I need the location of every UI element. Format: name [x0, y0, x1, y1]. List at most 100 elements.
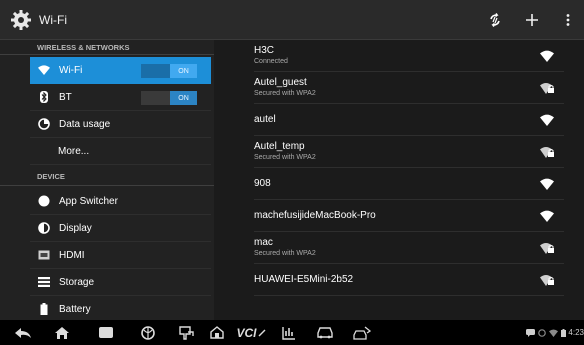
car-button[interactable]	[306, 320, 344, 345]
sidebar-item-label: App Switcher	[59, 195, 118, 207]
vehicle-connect-icon	[179, 325, 194, 340]
sidebar-item-label: Wi-Fi	[59, 64, 83, 76]
sidebar-item-wifi[interactable]: Wi-Fi ON	[30, 57, 211, 84]
sidebar-item-app-switcher[interactable]: App Switcher	[30, 188, 211, 215]
overflow-icon	[566, 13, 570, 26]
network-item-908[interactable]: 908	[254, 168, 564, 200]
back-button[interactable]	[6, 320, 40, 345]
house-button[interactable]	[204, 320, 230, 345]
display-icon	[35, 219, 53, 237]
vci-label: VCI	[236, 325, 257, 340]
settings-sidebar: WIRELESS & NETWORKS Wi-Fi ON BT ON Data …	[0, 40, 214, 320]
chat-notification-icon	[526, 328, 536, 337]
network-name: mac	[254, 236, 273, 248]
section-header-device: DEVICE	[0, 168, 214, 186]
plus-icon	[526, 13, 538, 26]
wifi-signal-icon	[540, 178, 554, 190]
home-icon	[55, 326, 69, 339]
tablet-screen: Wi-Fi WIRELESS & NETWORKS Wi-Fi ON BT ON…	[0, 0, 584, 345]
sidebar-item-display[interactable]: Display	[30, 215, 211, 242]
wifi-signal-icon	[540, 114, 554, 126]
sidebar-item-label: Storage	[59, 276, 95, 288]
network-status: Secured with WPA2	[254, 89, 316, 97]
network-item-autel[interactable]: autel	[254, 104, 564, 136]
network-item-machefusijide-macbook-pro[interactable]: machefusijideMacBook-Pro	[254, 200, 564, 232]
battery-icon	[35, 300, 53, 318]
network-name: Autel_guest	[254, 76, 307, 88]
wifi-icon	[35, 61, 53, 79]
add-network-button[interactable]	[515, 0, 549, 40]
wifi-signal-locked-icon	[540, 242, 554, 254]
bluetooth-icon	[35, 88, 53, 106]
wifi-signal-icon	[540, 210, 554, 222]
sidebar-item-hdmi[interactable]: HDMI	[30, 242, 211, 269]
network-item-autel-temp[interactable]: Autel_temp Secured with WPA2	[254, 136, 564, 168]
data-usage-icon	[35, 115, 53, 133]
wifi-network-list: H3C Connected Autel_guest Secured with W…	[214, 40, 584, 320]
network-name: HUAWEI-E5Mini-2b52	[254, 273, 354, 285]
wifi-toggle[interactable]: ON	[141, 64, 197, 78]
app-title: Wi-Fi	[39, 12, 67, 27]
house-icon	[210, 326, 224, 339]
vci-icon	[258, 329, 265, 336]
network-name: H3C	[254, 44, 275, 56]
wifi-status-icon	[549, 328, 559, 337]
sidebar-item-label: Display	[59, 222, 92, 234]
network-status: Connected	[254, 57, 288, 65]
sidebar-item-label: Battery	[59, 303, 91, 315]
storage-icon	[35, 273, 53, 291]
network-item-huawei-e5mini[interactable]: HUAWEI-E5Mini-2b52	[254, 264, 564, 296]
status-tray[interactable]: 4:23	[526, 320, 584, 345]
sidebar-item-bt[interactable]: BT ON	[30, 84, 211, 111]
data-logging-icon	[282, 326, 295, 340]
vehicle-connect-button[interactable]	[168, 320, 204, 345]
overflow-menu-button[interactable]	[553, 0, 583, 40]
back-icon	[15, 327, 31, 338]
navigation-bar: VCI 4:23	[0, 320, 584, 345]
sync-icon	[490, 12, 500, 27]
hdmi-icon	[35, 246, 53, 264]
browser-icon	[141, 325, 155, 340]
sidebar-item-battery[interactable]: Battery	[30, 296, 211, 320]
car-icon	[317, 327, 333, 339]
wifi-signal-icon	[540, 50, 554, 62]
wifi-signal-locked-icon	[540, 82, 554, 94]
action-bar: Wi-Fi	[0, 0, 584, 40]
section-header-wireless: WIRELESS & NETWORKS	[0, 40, 214, 55]
app-switcher-icon	[35, 192, 53, 210]
recent-apps-button[interactable]	[84, 320, 128, 345]
network-name: Autel_temp	[254, 140, 305, 152]
network-name: machefusijideMacBook-Pro	[254, 209, 376, 221]
wifi-signal-locked-icon	[540, 146, 554, 158]
battery-status-icon	[561, 328, 567, 337]
sidebar-item-label: HDMI	[59, 249, 85, 261]
sidebar-item-label: More...	[58, 145, 90, 157]
network-item-mac[interactable]: mac Secured with WPA2	[254, 232, 564, 264]
vci-button[interactable]: VCI	[230, 320, 272, 345]
sidebar-item-label: BT	[59, 91, 72, 103]
network-item-h3c[interactable]: H3C Connected	[254, 40, 564, 72]
network-status: Secured with WPA2	[254, 249, 316, 257]
home-button[interactable]	[40, 320, 84, 345]
sidebar-item-label: Data usage	[59, 118, 111, 130]
network-name: autel	[254, 113, 276, 125]
status-time: 4:23	[568, 328, 584, 337]
network-status: Secured with WPA2	[254, 153, 316, 161]
browser-button[interactable]	[128, 320, 168, 345]
bt-toggle[interactable]: ON	[141, 91, 197, 105]
sync-button[interactable]	[481, 0, 509, 40]
gear-icon[interactable]	[9, 8, 33, 32]
data-logging-button[interactable]	[272, 320, 306, 345]
sidebar-item-data-usage[interactable]: Data usage	[30, 111, 211, 138]
action-bar-actions	[481, 0, 584, 40]
car-service-icon	[353, 325, 371, 340]
car-service-button[interactable]	[344, 320, 380, 345]
network-item-autel-guest[interactable]: Autel_guest Secured with WPA2	[254, 72, 564, 104]
wifi-toggle-state: ON	[170, 64, 197, 78]
sync-status-icon	[538, 328, 547, 337]
sidebar-item-storage[interactable]: Storage	[30, 269, 211, 296]
network-name: 908	[254, 177, 271, 189]
sidebar-item-more[interactable]: More...	[30, 138, 211, 165]
bt-toggle-state: ON	[170, 91, 197, 105]
wifi-signal-locked-icon	[540, 274, 554, 286]
